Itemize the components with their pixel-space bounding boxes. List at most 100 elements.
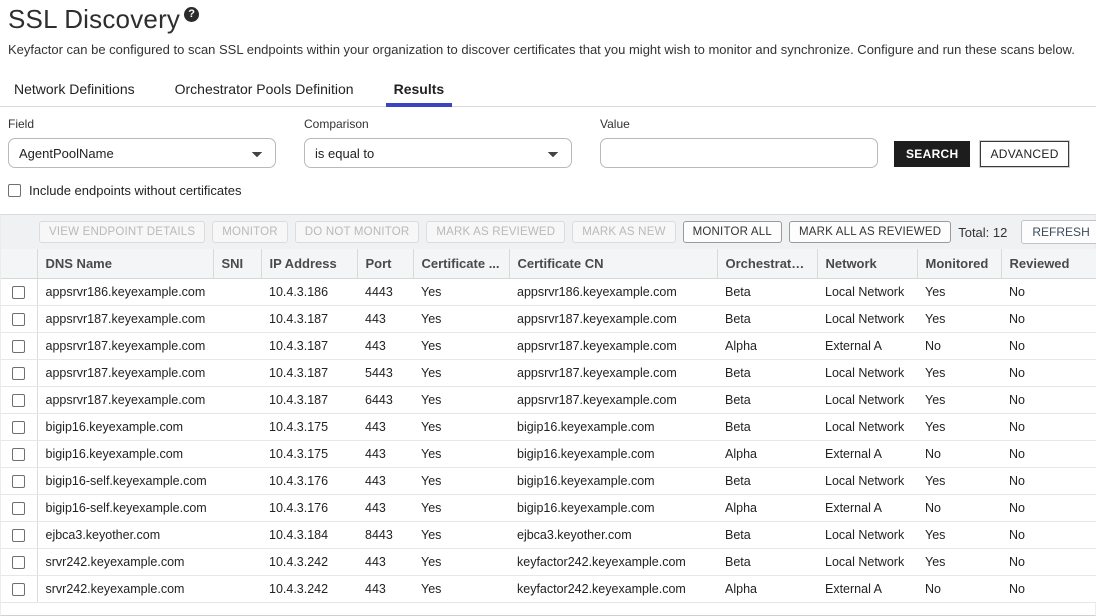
cell-certificate-: Yes: [413, 495, 509, 522]
row-checkbox[interactable]: [12, 367, 25, 380]
cell-certificate-cn: keyfactor242.keyexample.com: [509, 576, 717, 603]
help-icon[interactable]: ?: [184, 7, 199, 22]
cell-certificate-: Yes: [413, 333, 509, 360]
cell-sni: [213, 333, 261, 360]
column-header-port[interactable]: Port: [357, 249, 413, 279]
row-checkbox-cell: [1, 333, 37, 360]
cell-reviewed: No: [1001, 468, 1096, 495]
cell-port: 443: [357, 306, 413, 333]
cell-ip-address: 10.4.3.242: [261, 576, 357, 603]
cell-sni: [213, 576, 261, 603]
cell-orchestrato-: Alpha: [717, 333, 817, 360]
cell-network: Local Network: [817, 414, 917, 441]
row-checkbox[interactable]: [12, 475, 25, 488]
cell-orchestrato-: Beta: [717, 549, 817, 576]
cell-ip-address: 10.4.3.175: [261, 414, 357, 441]
include-endpoints-checkbox[interactable]: [8, 184, 21, 197]
row-checkbox[interactable]: [12, 583, 25, 596]
cell-reviewed: No: [1001, 549, 1096, 576]
cell-port: 8443: [357, 522, 413, 549]
row-checkbox[interactable]: [12, 286, 25, 299]
row-checkbox[interactable]: [12, 448, 25, 461]
row-checkbox-cell: [1, 495, 37, 522]
column-header-certificate-cn[interactable]: Certificate CN: [509, 249, 717, 279]
row-checkbox[interactable]: [12, 502, 25, 515]
select-all-column: [1, 249, 37, 279]
table-row[interactable]: appsrvr186.keyexample.com10.4.3.1864443Y…: [1, 279, 1096, 306]
cell-reviewed: No: [1001, 360, 1096, 387]
column-header-ip-address[interactable]: IP Address: [261, 249, 357, 279]
cell-certificate-cn: appsrvr187.keyexample.com: [509, 387, 717, 414]
column-header-sni[interactable]: SNI: [213, 249, 261, 279]
tab-orchestrator-pools-definition[interactable]: Orchestrator Pools Definition: [173, 75, 356, 106]
row-checkbox[interactable]: [12, 529, 25, 542]
row-checkbox-cell: [1, 468, 37, 495]
cell-dns-name: srvr242.keyexample.com: [37, 549, 213, 576]
cell-reviewed: No: [1001, 306, 1096, 333]
tab-network-definitions[interactable]: Network Definitions: [12, 75, 137, 106]
cell-monitored: Yes: [917, 414, 1001, 441]
cell-certificate-cn: bigip16.keyexample.com: [509, 441, 717, 468]
cell-network: Local Network: [817, 279, 917, 306]
table-row[interactable]: appsrvr187.keyexample.com10.4.3.187443Ye…: [1, 333, 1096, 360]
column-header-dns-name[interactable]: DNS Name: [37, 249, 213, 279]
table-row[interactable]: srvr242.keyexample.com10.4.3.242443Yeske…: [1, 549, 1096, 576]
refresh-button[interactable]: REFRESH: [1021, 220, 1096, 244]
advanced-button[interactable]: ADVANCED: [980, 141, 1068, 167]
cell-certificate-: Yes: [413, 360, 509, 387]
row-checkbox[interactable]: [12, 556, 25, 569]
cell-certificate-cn: appsrvr187.keyexample.com: [509, 306, 717, 333]
results-grid: VIEW ENDPOINT DETAILSMONITORDO NOT MONIT…: [0, 214, 1096, 616]
row-checkbox[interactable]: [12, 394, 25, 407]
cell-network: External A: [817, 495, 917, 522]
cell-certificate-cn: bigip16.keyexample.com: [509, 414, 717, 441]
cell-monitored: Yes: [917, 522, 1001, 549]
field-select[interactable]: AgentPoolName: [8, 138, 276, 168]
table-row[interactable]: bigip16.keyexample.com10.4.3.175443Yesbi…: [1, 441, 1096, 468]
row-checkbox[interactable]: [12, 421, 25, 434]
table-row[interactable]: bigip16.keyexample.com10.4.3.175443Yesbi…: [1, 414, 1096, 441]
table-row[interactable]: ejbca3.keyother.com10.4.3.1848443Yesejbc…: [1, 522, 1096, 549]
row-checkbox-cell: [1, 387, 37, 414]
cell-monitored: Yes: [917, 549, 1001, 576]
row-checkbox[interactable]: [12, 340, 25, 353]
table-row[interactable]: bigip16-self.keyexample.com10.4.3.176443…: [1, 495, 1096, 522]
table-row[interactable]: bigip16-self.keyexample.com10.4.3.176443…: [1, 468, 1096, 495]
column-header-network[interactable]: Network: [817, 249, 917, 279]
row-checkbox-cell: [1, 306, 37, 333]
value-input[interactable]: [600, 138, 878, 168]
column-header-monitored[interactable]: Monitored: [917, 249, 1001, 279]
cell-sni: [213, 441, 261, 468]
cell-reviewed: No: [1001, 495, 1096, 522]
table-row[interactable]: appsrvr187.keyexample.com10.4.3.1875443Y…: [1, 360, 1096, 387]
table-row[interactable]: appsrvr187.keyexample.com10.4.3.187443Ye…: [1, 306, 1096, 333]
row-checkbox[interactable]: [12, 313, 25, 326]
page-header: SSL Discovery ? Keyfactor can be configu…: [0, 0, 1096, 57]
search-button[interactable]: SEARCH: [894, 141, 970, 167]
mark-all-as-reviewed-button[interactable]: MARK ALL AS REVIEWED: [789, 221, 951, 243]
comparison-select[interactable]: is equal to: [304, 138, 572, 168]
cell-certificate-cn: bigip16.keyexample.com: [509, 495, 717, 522]
cell-reviewed: No: [1001, 414, 1096, 441]
cell-port: 443: [357, 468, 413, 495]
cell-sni: [213, 522, 261, 549]
table-row[interactable]: srvr242.keyexample.com10.4.3.242443Yeske…: [1, 576, 1096, 603]
monitor-all-button[interactable]: MONITOR ALL: [683, 221, 782, 243]
cell-orchestrato-: Beta: [717, 360, 817, 387]
cell-port: 5443: [357, 360, 413, 387]
grid-footer: [1, 603, 1095, 615]
cell-port: 443: [357, 549, 413, 576]
cell-network: Local Network: [817, 549, 917, 576]
cell-certificate-: Yes: [413, 441, 509, 468]
cell-network: Local Network: [817, 360, 917, 387]
column-header-certificate-[interactable]: Certificate ...: [413, 249, 509, 279]
tab-results[interactable]: Results: [392, 75, 447, 106]
column-header-reviewed[interactable]: Reviewed: [1001, 249, 1096, 279]
table-row[interactable]: appsrvr187.keyexample.com10.4.3.1876443Y…: [1, 387, 1096, 414]
cell-monitored: Yes: [917, 387, 1001, 414]
cell-certificate-cn: keyfactor242.keyexample.com: [509, 549, 717, 576]
cell-monitored: No: [917, 333, 1001, 360]
cell-certificate-cn: appsrvr186.keyexample.com: [509, 279, 717, 306]
cell-dns-name: appsrvr186.keyexample.com: [37, 279, 213, 306]
column-header-orchestrato-[interactable]: Orchestrato...: [717, 249, 817, 279]
